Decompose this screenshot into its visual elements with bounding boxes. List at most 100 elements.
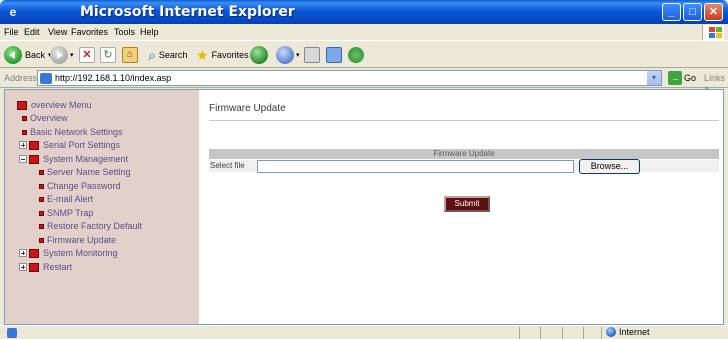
nav-item-restore-factory[interactable]: Restore Factory Default bbox=[39, 221, 142, 231]
nav-item-label: Serial Port Settings bbox=[43, 140, 121, 150]
nav-item-label: E-mail Alert bbox=[47, 194, 94, 204]
nav-item-change-password[interactable]: Change Password bbox=[39, 181, 121, 191]
minimize-button[interactable]: _ bbox=[662, 3, 681, 21]
nav-item-serial-port[interactable]: Serial Port Settings bbox=[19, 140, 120, 150]
menu-tools[interactable]: Tools bbox=[114, 27, 135, 37]
nav-item-label: System Monitoring bbox=[43, 248, 118, 258]
nav-item-server-name[interactable]: Server Name Setting bbox=[39, 167, 131, 177]
address-dropdown-icon[interactable]: ▾ bbox=[647, 71, 661, 85]
forward-button[interactable]: ▾ bbox=[50, 45, 74, 65]
browse-button[interactable]: Browse... bbox=[579, 159, 640, 174]
go-button[interactable]: → Go bbox=[668, 71, 696, 85]
select-file-label: Select file bbox=[210, 161, 245, 170]
nav-item-overview[interactable]: Overview bbox=[22, 113, 68, 123]
go-arrow-icon: → bbox=[668, 71, 682, 85]
chevron-down-icon: ▾ bbox=[296, 52, 300, 59]
globe-icon bbox=[606, 327, 616, 337]
links-label: Links bbox=[704, 73, 726, 83]
print-button[interactable] bbox=[304, 45, 320, 65]
go-label: Go bbox=[684, 73, 697, 83]
nav-root-label: overview Menu bbox=[31, 100, 92, 110]
ie-app-icon[interactable]: e bbox=[6, 5, 20, 19]
mail-button[interactable]: ▾ bbox=[276, 45, 300, 65]
status-divider bbox=[601, 327, 602, 339]
zone-label: Internet bbox=[619, 327, 650, 337]
chevron-down-icon: ▾ bbox=[70, 52, 74, 59]
page-bullet-icon bbox=[39, 237, 44, 243]
nav-item-system-management[interactable]: System Management bbox=[19, 154, 128, 164]
search-button[interactable]: ⌕ Search bbox=[148, 45, 187, 65]
nav-item-label: System Management bbox=[43, 154, 129, 164]
history-button[interactable] bbox=[250, 45, 268, 65]
maximize-button[interactable]: □ bbox=[683, 3, 702, 21]
title-bar: e Microsoft Internet Explorer _ □ ✕ bbox=[0, 0, 728, 24]
favorites-button[interactable]: ★ Favorites bbox=[196, 45, 249, 65]
stop-icon: ✕ bbox=[79, 47, 95, 63]
menu-file[interactable]: File bbox=[4, 27, 19, 37]
address-label: Address bbox=[4, 73, 38, 83]
nav-item-label: Restore Factory Default bbox=[47, 221, 143, 231]
page-status-icon bbox=[7, 328, 17, 338]
address-url: http://192.168.1.10/index.asp bbox=[55, 73, 172, 83]
search-icon: ⌕ bbox=[148, 46, 156, 63]
expand-icon[interactable] bbox=[19, 263, 27, 271]
file-path-input[interactable] bbox=[257, 160, 574, 173]
back-arrow-icon bbox=[4, 46, 22, 64]
page-bullet-icon bbox=[39, 183, 44, 189]
nav-item-label: Server Name Setting bbox=[47, 167, 131, 177]
status-divider bbox=[562, 327, 563, 339]
nav-item-label: Restart bbox=[43, 262, 73, 272]
windows-logo-icon bbox=[702, 25, 724, 40]
nav-item-system-monitoring[interactable]: System Monitoring bbox=[19, 248, 118, 258]
refresh-icon: ↻ bbox=[100, 47, 116, 63]
refresh-button[interactable]: ↻ bbox=[100, 45, 116, 65]
expand-icon[interactable] bbox=[19, 141, 27, 149]
nav-item-restart[interactable]: Restart bbox=[19, 262, 72, 272]
collapse-icon[interactable] bbox=[19, 155, 27, 163]
expand-icon[interactable] bbox=[19, 249, 27, 257]
page-icon bbox=[40, 73, 52, 84]
security-zone: Internet bbox=[606, 327, 650, 337]
menu-help[interactable]: Help bbox=[140, 27, 159, 37]
search-label: Search bbox=[158, 50, 188, 60]
firmware-table-header: Firmware Update bbox=[209, 149, 719, 159]
stop-button[interactable]: ✕ bbox=[79, 45, 95, 65]
status-divider bbox=[583, 327, 584, 339]
back-button[interactable]: Back ▾ bbox=[4, 45, 52, 65]
folder-icon bbox=[29, 140, 39, 150]
forward-arrow-icon bbox=[50, 46, 68, 64]
standard-toolbar: Back ▾ ▾ ✕ ↻ ⌂ ⌕ Search ★ Favorites ▾ bbox=[0, 42, 728, 68]
menu-edit[interactable]: Edit bbox=[24, 27, 40, 37]
nav-item-label: Firmware Update bbox=[47, 235, 117, 245]
nav-item-label: Overview bbox=[30, 113, 68, 123]
messenger-button[interactable] bbox=[348, 45, 364, 65]
nav-item-email-alert[interactable]: E-mail Alert bbox=[39, 194, 93, 204]
menu-view[interactable]: View bbox=[48, 27, 67, 37]
nav-root[interactable]: overview Menu bbox=[17, 100, 92, 110]
messenger-icon bbox=[348, 47, 364, 63]
nav-item-firmware-update[interactable]: Firmware Update bbox=[39, 235, 116, 245]
nav-item-basic-network[interactable]: Basic Network Settings bbox=[22, 127, 123, 137]
main-content: Firmware Update Firmware Update Select f… bbox=[199, 90, 723, 324]
folder-icon bbox=[29, 154, 39, 164]
menu-bar: File Edit View Favorites Tools Help bbox=[0, 24, 728, 41]
home-button[interactable]: ⌂ bbox=[122, 45, 138, 65]
close-button[interactable]: ✕ bbox=[704, 3, 723, 21]
nav-menu: overview Menu Overview Basic Network Set… bbox=[5, 90, 199, 324]
submit-button[interactable]: Submit bbox=[444, 196, 490, 212]
page-bullet-icon bbox=[22, 129, 27, 135]
address-input[interactable]: http://192.168.1.10/index.asp ▾ bbox=[37, 70, 662, 86]
status-divider bbox=[540, 327, 541, 339]
page-bullet-icon bbox=[39, 210, 44, 216]
page-bullet-icon bbox=[39, 196, 44, 202]
edit-button[interactable] bbox=[326, 45, 342, 65]
print-icon bbox=[304, 47, 320, 63]
status-bar: Internet bbox=[0, 325, 728, 339]
page-bullet-icon bbox=[39, 223, 44, 229]
menu-favorites[interactable]: Favorites bbox=[71, 27, 108, 37]
window-title: Microsoft Internet Explorer bbox=[80, 4, 295, 20]
firmware-file-row: Select file Browse... bbox=[209, 159, 719, 174]
page-bullet-icon bbox=[39, 169, 44, 175]
nav-item-snmp-trap[interactable]: SNMP Trap bbox=[39, 208, 93, 218]
nav-item-label: Change Password bbox=[47, 181, 121, 191]
